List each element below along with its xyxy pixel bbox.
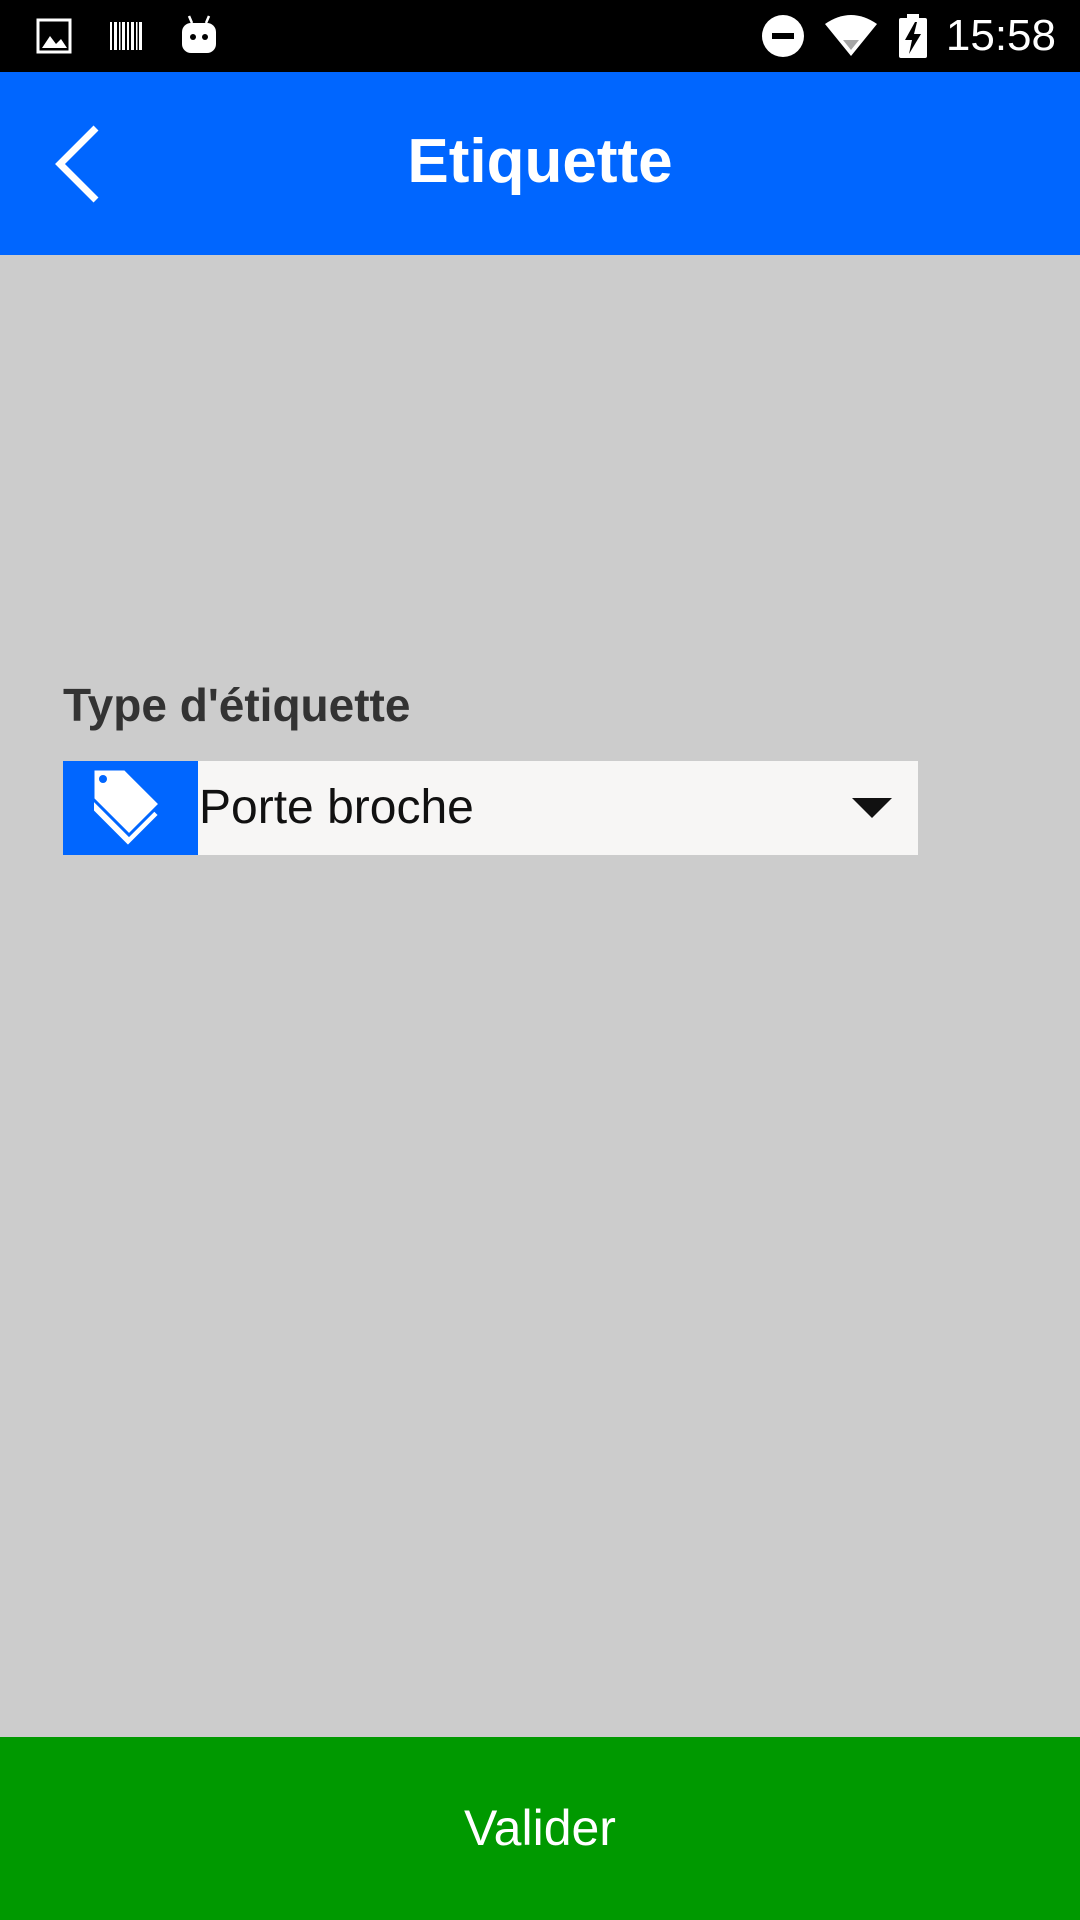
battery-charging-icon	[899, 14, 927, 58]
status-bar: 15:58	[0, 0, 1080, 72]
dropdown-arrow-icon	[852, 798, 892, 818]
dropdown-selected-value: Porte broche	[199, 781, 474, 834]
validate-button[interactable]: Valider	[0, 1737, 1080, 1920]
wifi-icon	[825, 15, 877, 56]
page-title: Etiquette	[407, 127, 673, 196]
label-type-dropdown[interactable]: Porte broche	[63, 761, 918, 855]
tag-icon	[91, 767, 163, 848]
barcode-icon	[110, 22, 142, 50]
label-type-label: Type d'étiquette	[63, 679, 411, 731]
do-not-disturb-icon	[762, 15, 804, 57]
status-time: 15:58	[945, 11, 1056, 60]
android-robot-icon	[182, 15, 216, 53]
spinner-icon-box	[63, 761, 198, 855]
gallery-icon	[36, 18, 72, 54]
app-bar: Etiquette	[0, 72, 1080, 255]
